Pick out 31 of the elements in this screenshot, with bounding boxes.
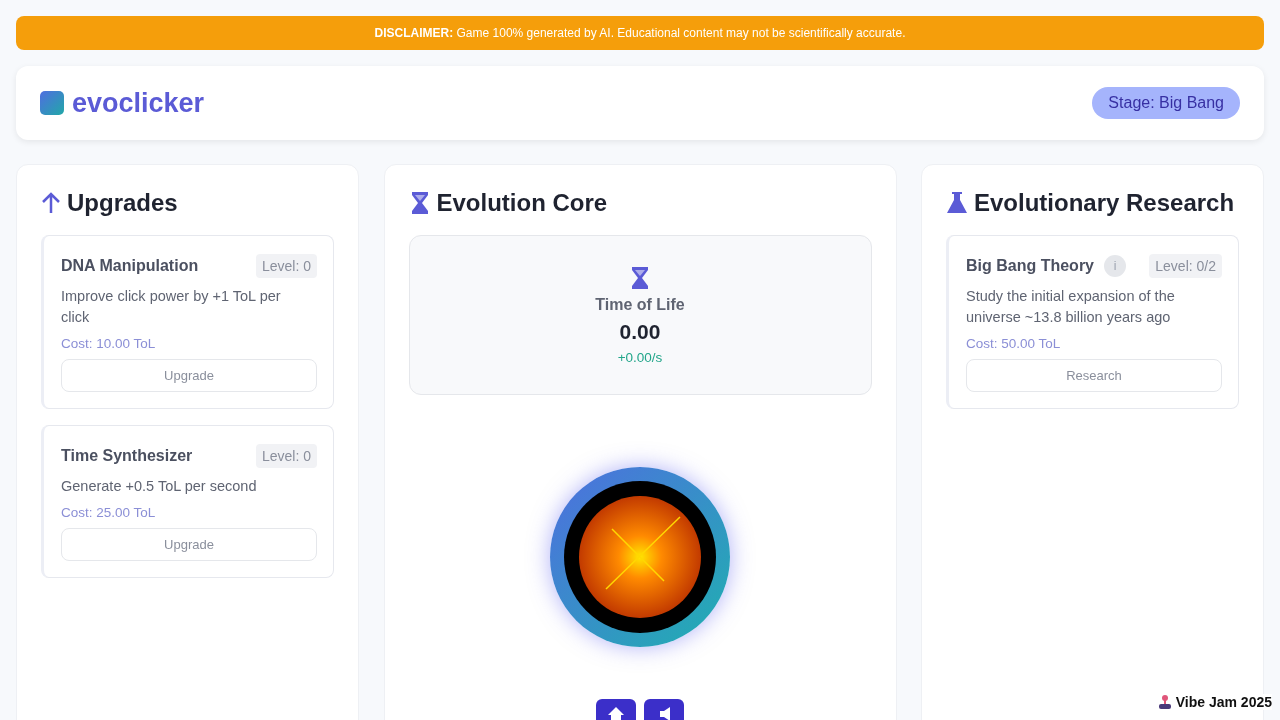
level-badge: Level: 0: [255, 254, 317, 278]
disclaimer-banner: DISCLAIMER: Game 100% generated by AI. Educational content may not be scientifically accurate.: [16, 16, 1264, 50]
rate-text: +0.00/s: [617, 349, 663, 365]
cost-text: Cost: 10.00 ToL: [61, 336, 157, 351]
hourglass-icon: [629, 265, 651, 290]
card-title: DNA Manipulation: [61, 257, 199, 275]
research-button[interactable]: Research: [966, 359, 1222, 392]
app-title: evoclicker: [72, 87, 205, 119]
card-description: Study the initial expansion of the universe ~13.8 billion years ago: [966, 287, 1176, 327]
cost-text: Cost: 25.00 ToL: [61, 505, 157, 520]
arrow-up-icon: [41, 192, 61, 214]
level-badge: Level: 0/2: [1149, 254, 1222, 278]
resource-label: Time of Life: [595, 295, 685, 314]
joystick-icon: [1158, 695, 1171, 709]
panel-title: Evolution Core: [436, 189, 608, 217]
resource-value: 0.00: [619, 319, 661, 344]
panel-title: Upgrades: [67, 189, 178, 217]
card-title: Big Bang Theory: [966, 257, 1094, 275]
flask-icon: [946, 191, 968, 215]
level-badge: Level: 0: [255, 444, 317, 468]
card-title: Time Synthesizer: [61, 447, 193, 465]
cost-text: Cost: 50.00 ToL: [966, 336, 1062, 351]
click-orb[interactable]: [550, 467, 730, 647]
panel-title: Evolutionary Research: [974, 189, 1235, 217]
upgrade-button[interactable]: Upgrade: [61, 528, 317, 561]
card-description: Generate +0.5 ToL per second: [61, 477, 258, 496]
upgrade-button[interactable]: Upgrade: [61, 359, 317, 392]
card-description: Improve click power by +1 ToL per click: [61, 287, 282, 327]
home-icon: [608, 707, 624, 720]
logo-icon: [40, 91, 64, 115]
stage-badge: Stage: Big Bang: [1092, 87, 1240, 119]
